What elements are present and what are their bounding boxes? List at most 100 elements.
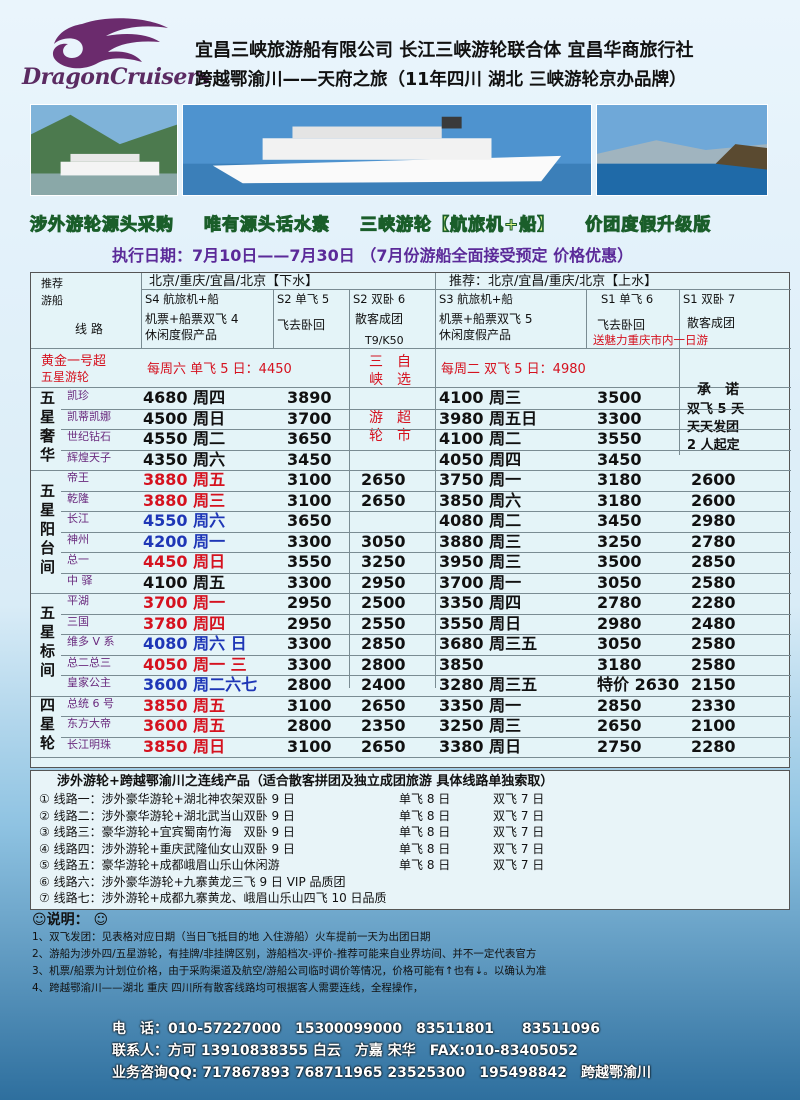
cell-c: 2650 (361, 490, 406, 510)
category-char: 华 (40, 446, 56, 464)
s4-header: S4 航旅机+船 (145, 292, 219, 306)
cell-c: 2350 (361, 716, 406, 735)
category-char: 星 (40, 623, 56, 642)
cell-b: 2950 (287, 593, 332, 612)
cell-f: 2280 (691, 736, 736, 756)
notes: ☺说明： ☺ 1、双飞发团：见表格对应日期（当日飞抵目的地 入住游船）火车提前一… (32, 912, 772, 997)
cell-a: 3600 周五 (143, 716, 226, 735)
cell-b: 3100 (287, 490, 332, 510)
category-char: 星 (40, 714, 56, 733)
cell-b: 3550 (287, 552, 332, 571)
s3-desc2: 休闲度假产品 (439, 328, 512, 342)
cell-d: 3880 周三 (439, 531, 522, 551)
cell-b: 2950 (287, 613, 332, 633)
cell-b: 3100 (287, 695, 332, 715)
notes-title: ☺说明： ☺ (32, 912, 109, 928)
line-item-b: 单飞 8 日 (399, 841, 451, 856)
contact-qq: 业务咨询QQ: 717867893 768711965 23525300 195… (112, 1065, 651, 1081)
cell-e: 3050 (597, 634, 642, 653)
cell-n: 帝王 (67, 471, 89, 484)
line-item-b: 单飞 8 日 (399, 858, 451, 872)
line-item-b: 单飞 8 日 (399, 825, 451, 839)
cell-e: 2780 (597, 593, 642, 612)
sanxia-3: 游 超 (369, 410, 411, 426)
cell-b: 2800 (287, 716, 332, 735)
cell-d: 3350 周一 (439, 695, 522, 715)
category-char: 间 (40, 661, 56, 680)
cell-d: 3680 周三五 (439, 634, 538, 653)
cell-c: 2650 (361, 695, 406, 715)
cell-b: 3700 (287, 408, 332, 428)
cell-c: 2800 (361, 654, 406, 674)
cell-d: 4080 周二 (439, 511, 522, 530)
cell-a: 3850 周日 (143, 736, 226, 756)
cell-e: 3180 (597, 490, 642, 510)
cell-f: 2600 (691, 470, 736, 489)
cell-a: 3880 周三 (143, 490, 226, 510)
cell-a: 3700 周一 (143, 593, 226, 612)
cell-b: 3300 (287, 572, 332, 592)
cell-a: 4680 周四 (143, 388, 226, 407)
s2b-train: T9/K50 (365, 334, 404, 347)
category-char: 五 (40, 604, 56, 623)
gold-down-price: 每周六 单飞 5 日：4450 (147, 362, 292, 377)
cell-f: 2600 (691, 490, 736, 510)
cell-n: 世纪钻石 (67, 430, 111, 443)
cell-e: 特价 2630 (597, 675, 680, 694)
cell-a: 4550 周二 (143, 429, 226, 448)
cell-n: 凯珍 (67, 389, 89, 402)
cell-e: 3250 (597, 531, 642, 551)
gold-up-price: 每周二 双飞 5 日：4980 (441, 362, 586, 377)
lake-photo-right (596, 104, 768, 196)
cell-d: 3350 周四 (439, 593, 522, 612)
cell-a: 3780 周四 (143, 613, 226, 633)
cell-e: 3500 (597, 388, 642, 407)
cell-b: 3650 (287, 429, 332, 448)
cell-a: 4080 周六 日 (143, 634, 247, 653)
cell-e: 3450 (597, 449, 642, 469)
corner-bottom: 游船 (41, 294, 63, 307)
line-item-a: ④ 线路四：涉外游轮+重庆武隆仙女山双卧 9 日 (39, 841, 295, 856)
cell-n: 辉煌天子 (67, 450, 111, 464)
route-label: 线 路 (75, 322, 103, 336)
s3-header: S3 航旅机+船 (439, 292, 513, 306)
s2b-desc: 散客成团 (355, 312, 404, 326)
cell-f: 2100 (691, 716, 736, 735)
cell-n: 长江明珠 (67, 737, 111, 751)
slogan: 涉外游轮源头采购 唯有源头话水素 三峡游轮【航旅机+船】 价团度假升级版 (30, 210, 741, 236)
cell-f: 2780 (691, 531, 736, 551)
cell-d: 3850 周六 (439, 490, 522, 510)
cell-d: 3980 周五日 (439, 408, 538, 428)
line-item-c: 双飞 7 日 (493, 825, 545, 839)
cell-a: 3850 周五 (143, 695, 226, 715)
cell-n: 中 驿 (67, 573, 93, 587)
category-char: 星 (40, 501, 56, 519)
contact-info: 电 话：010-57227000 15300099000 83511801 83… (112, 1018, 651, 1084)
cell-c: 2950 (361, 572, 406, 592)
note-4: 4、跨越鄂渝川——湖北 重庆 四川所有散客线路均可根据客人需要连线，全程操作， (32, 982, 424, 994)
cell-f: 2330 (691, 695, 736, 715)
line-item-a: ⑥ 线路六：涉外豪华游轮+九寨黄龙三飞 9 日 VIP 品质团 (39, 874, 346, 889)
cell-n: 总二总三 (67, 655, 111, 669)
line-item-a: ② 线路二：涉外豪华游轮+湖北武当山双卧 9 日 (39, 808, 295, 823)
cell-e: 3500 (597, 552, 642, 571)
category-char: 台 (40, 539, 56, 557)
cell-b: 3890 (287, 388, 332, 407)
cell-b: 3300 (287, 634, 332, 653)
cell-c: 2850 (361, 634, 406, 653)
cell-e: 2980 (597, 613, 642, 633)
note-3: 3、机票/船票为计划位价格，由于采购渠道及航空/游船公司临时调价等情况，价格可能… (32, 965, 547, 977)
s4-desc: 机票+船票双飞 4 (145, 312, 239, 326)
cell-n: 维多 V 系 (67, 635, 115, 648)
smile-icon: ☺ (32, 912, 47, 928)
cell-b: 3650 (287, 511, 332, 530)
cell-d: 3380 周日 (439, 736, 522, 756)
cell-c: 2650 (361, 736, 406, 756)
line-item-c: 双飞 7 日 (493, 841, 545, 856)
s1b-desc: 散客成团 (687, 316, 736, 330)
cell-a: 3880 周五 (143, 470, 226, 489)
promise-title: 承 诺 (697, 382, 739, 398)
cell-d: 3950 周三 (439, 552, 522, 571)
cell-c: 2650 (361, 470, 406, 489)
cell-b: 3300 (287, 531, 332, 551)
